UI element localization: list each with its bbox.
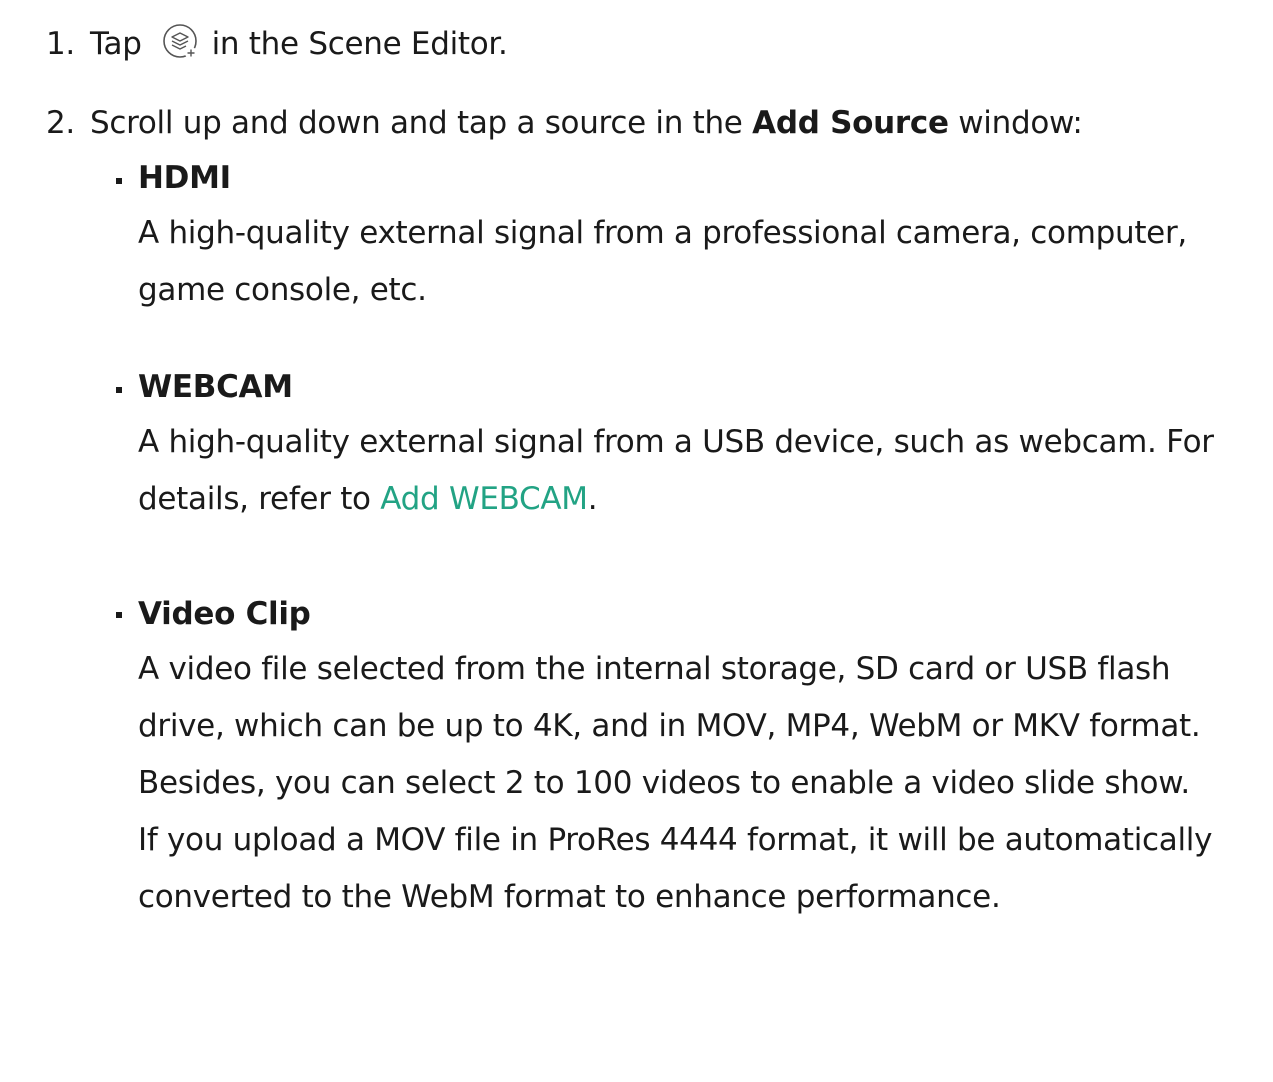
bullet-marker: [116, 612, 126, 622]
source-description-before-link: A high-quality external signal from a US…: [138, 424, 1214, 517]
source-description-text: A high-quality external signal from a US…: [138, 414, 1263, 528]
step-text: Tap in the Scene Editor.: [90, 22, 508, 66]
source-title: Video Clip: [138, 596, 311, 632]
source-item-webcam: WEBCAM A high-quality external signal fr…: [138, 365, 1263, 528]
step-text-before-icon: Tap: [90, 26, 142, 62]
add-webcam-link[interactable]: Add WEBCAM: [380, 481, 588, 517]
step-text: Scroll up and down and tap a source in t…: [90, 101, 1083, 145]
bullet-marker: [116, 387, 126, 397]
source-description-text: A video file selected from the internal …: [138, 651, 1201, 801]
step-number: 2.: [46, 105, 75, 141]
source-title: WEBCAM: [138, 369, 293, 405]
document-page: 1. Tap in the Scene Editor. 2. Scroll up…: [0, 0, 1273, 1082]
source-description: A video file selected from the internal …: [138, 641, 1263, 926]
source-item-hdmi: HDMI A high-quality external signal from…: [138, 156, 1263, 319]
source-description-after-link: .: [587, 481, 598, 517]
add-source-label: Add Source: [752, 105, 949, 141]
step-text-after-bold: window:: [948, 105, 1083, 141]
step-text-before-bold: Scroll up and down and tap a source in t…: [90, 105, 753, 141]
source-description: A high-quality external signal from a US…: [138, 414, 1263, 528]
source-title: HDMI: [138, 160, 231, 196]
source-note-text: If you upload a MOV file in ProRes 4444 …: [138, 822, 1213, 915]
step-number: 1.: [46, 26, 75, 62]
source-description-text: A high-quality external signal from a pr…: [138, 215, 1187, 308]
add-source-layers-icon: [160, 22, 200, 62]
source-item-video-clip: Video Clip A video file selected from th…: [138, 592, 1263, 926]
step-text-after-icon: in the Scene Editor.: [211, 26, 508, 62]
bullet-marker: [116, 178, 126, 188]
source-description: A high-quality external signal from a pr…: [138, 205, 1263, 319]
